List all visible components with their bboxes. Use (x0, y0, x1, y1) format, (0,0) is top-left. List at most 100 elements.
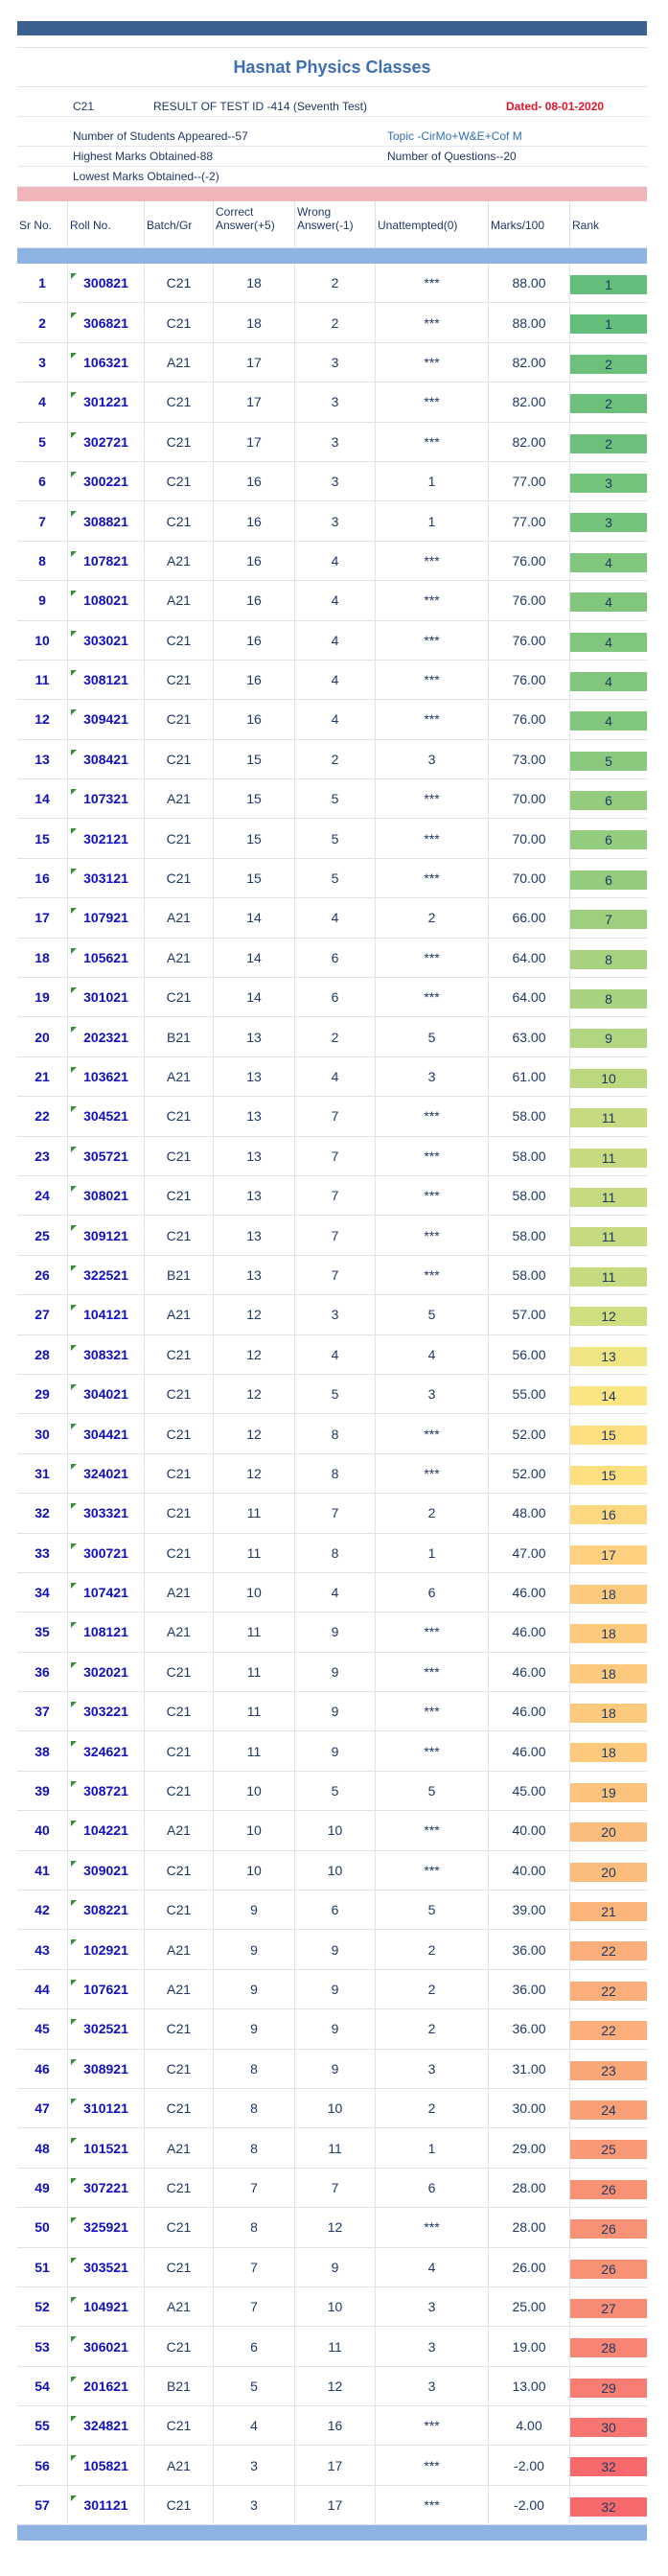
table-row: 43 102921 A21 9 9 2 36.00 22 (17, 1930, 647, 1970)
batch-cell: C21 (145, 739, 214, 779)
wrong-cell: 5 (295, 1771, 376, 1811)
sr-cell: 32 (17, 1494, 68, 1533)
table-row: 8 107821 A21 16 4 *** 76.00 4 (17, 541, 647, 582)
unattempted-cell: 4 (376, 2247, 489, 2286)
unattempted-cell: 1 (376, 1533, 489, 1572)
unattempted-cell: 1 (376, 461, 489, 501)
marks-cell: 76.00 (489, 700, 570, 739)
sr-cell: 28 (17, 1334, 68, 1374)
wrong-cell: 7 (295, 1255, 376, 1295)
rank-cell: 14 (570, 1375, 647, 1413)
table-row: 35 108121 A21 11 9 *** 46.00 18 (17, 1613, 647, 1653)
page-title: Hasnat Physics Classes (17, 48, 647, 87)
rank-cell: 11 (570, 1176, 647, 1215)
correct-cell: 8 (214, 2128, 295, 2168)
rank-cell: 19 (570, 1772, 647, 1810)
correct-cell: 12 (214, 1295, 295, 1334)
batch-cell: B21 (145, 1017, 214, 1056)
batch-cell: C21 (145, 660, 214, 700)
roll-cell: 101521 (68, 2128, 145, 2168)
sr-cell: 49 (17, 2168, 68, 2208)
wrong-cell: 5 (295, 819, 376, 858)
rank-badge: 18 (570, 1584, 647, 1604)
roll-cell: 305721 (68, 1136, 145, 1175)
batch-cell: C21 (145, 303, 214, 342)
rank-badge: 7 (570, 910, 647, 930)
marks-cell: 64.00 (489, 938, 570, 978)
rank-badge: 11 (570, 1108, 647, 1128)
sr-cell: 27 (17, 1295, 68, 1334)
marks-cell: 70.00 (489, 858, 570, 898)
wrong-cell: 11 (295, 2327, 376, 2366)
rank-badge: 27 (570, 2298, 647, 2318)
batch-cell: A21 (145, 2128, 214, 2168)
roll-cell: 104121 (68, 1295, 145, 1334)
rank-cell: 18 (570, 1692, 647, 1730)
correct-cell: 12 (214, 1414, 295, 1453)
marks-cell: 56.00 (489, 1334, 570, 1374)
wrong-cell: 9 (295, 2049, 376, 2088)
rank-cell: 27 (570, 2287, 647, 2326)
sr-cell: 47 (17, 2088, 68, 2128)
correct-cell: 16 (214, 581, 295, 620)
sr-cell: 20 (17, 1017, 68, 1056)
wrong-cell: 8 (295, 1414, 376, 1453)
unattempted-cell: 2 (376, 1969, 489, 2009)
unattempted-cell: *** (376, 2485, 489, 2525)
marks-cell: 76.00 (489, 581, 570, 620)
sr-cell: 4 (17, 383, 68, 422)
wrong-cell: 3 (295, 461, 376, 501)
rank-badge: 18 (570, 1624, 647, 1644)
table-row: 2 306821 C21 18 2 *** 88.00 1 (17, 303, 647, 343)
marks-cell: 47.00 (489, 1533, 570, 1572)
unattempted-cell: 2 (376, 1930, 489, 1969)
unattempted-cell: 4 (376, 1334, 489, 1374)
unattempted-cell: *** (376, 1097, 489, 1136)
unattempted-cell: *** (376, 342, 489, 383)
sr-cell: 42 (17, 1891, 68, 1930)
rank-cell: 18 (570, 1613, 647, 1651)
marks-cell: 55.00 (489, 1374, 570, 1414)
roll-cell: 324621 (68, 1731, 145, 1771)
rank-badge: 16 (570, 1505, 647, 1525)
roll-cell: 306821 (68, 303, 145, 342)
table-row: 6 300221 C21 16 3 1 77.00 3 (17, 461, 647, 502)
table-row: 23 305721 C21 13 7 *** 58.00 11 (17, 1136, 647, 1176)
table-row: 10 303021 C21 16 4 *** 76.00 4 (17, 620, 647, 661)
unattempted-cell: *** (376, 819, 489, 858)
correct-cell: 15 (214, 739, 295, 779)
unattempted-cell: *** (376, 858, 489, 898)
unattempted-cell: 2 (376, 1494, 489, 1533)
rank-cell: 11 (570, 1216, 647, 1254)
unattempted-cell: *** (376, 1731, 489, 1771)
wrong-cell: 8 (295, 1453, 376, 1494)
marks-cell: 46.00 (489, 1731, 570, 1771)
wrong-cell: 4 (295, 1056, 376, 1097)
correct-cell: 11 (214, 1533, 295, 1572)
roll-cell: 308421 (68, 739, 145, 779)
marks-cell: 28.00 (489, 2208, 570, 2247)
rank-cell: 8 (570, 978, 647, 1016)
table-row: 31 324021 C21 12 8 *** 52.00 15 (17, 1453, 647, 1495)
roll-cell: 303321 (68, 1494, 145, 1533)
wrong-cell: 10 (295, 2088, 376, 2128)
marks-cell: 77.00 (489, 501, 570, 541)
rank-badge: 4 (570, 552, 647, 572)
col-sr: Sr No. (17, 201, 68, 247)
marks-cell: 63.00 (489, 1017, 570, 1056)
batch-cell: A21 (145, 1969, 214, 2009)
table-row: 44 107621 A21 9 9 2 36.00 22 (17, 1969, 647, 2010)
wrong-cell: 3 (295, 501, 376, 541)
wrong-cell: 3 (295, 1295, 376, 1334)
rank-badge: 4 (570, 671, 647, 691)
rank-badge: 4 (570, 632, 647, 652)
roll-cell: 325921 (68, 2208, 145, 2247)
batch-cell: A21 (145, 898, 214, 938)
batch-cell: C21 (145, 2485, 214, 2525)
questions-count: Number of Questions--20 (387, 150, 517, 163)
unattempted-cell: 5 (376, 1017, 489, 1056)
rank-badge: 21 (570, 1902, 647, 1922)
col-unattempted: Unattempted(0) (376, 201, 489, 247)
correct-cell: 11 (214, 1652, 295, 1692)
rank-badge: 18 (570, 1743, 647, 1763)
